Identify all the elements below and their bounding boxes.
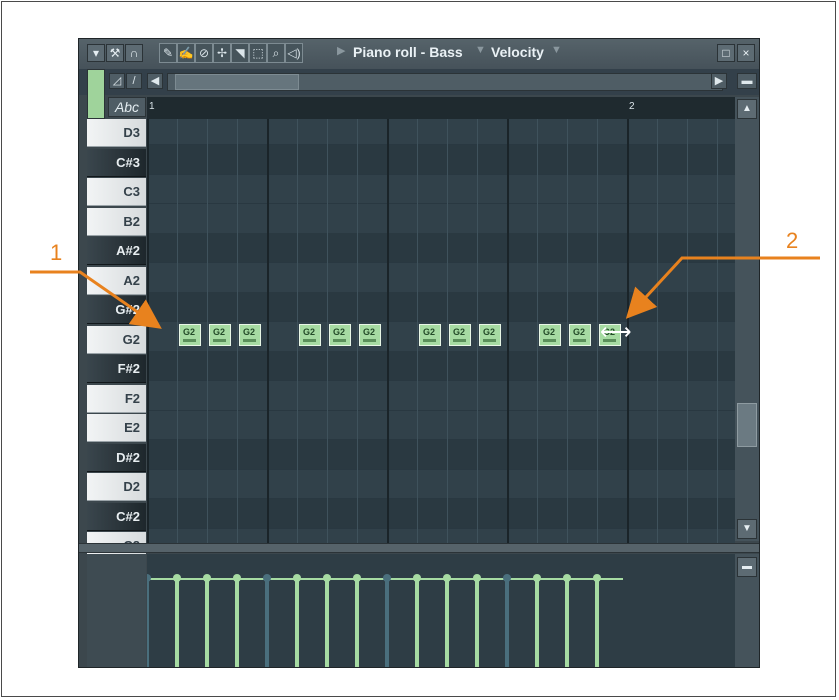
callout-1: 1: [50, 240, 63, 265]
callout-arrows: [30, 256, 820, 329]
callout-2: 2: [786, 228, 799, 253]
